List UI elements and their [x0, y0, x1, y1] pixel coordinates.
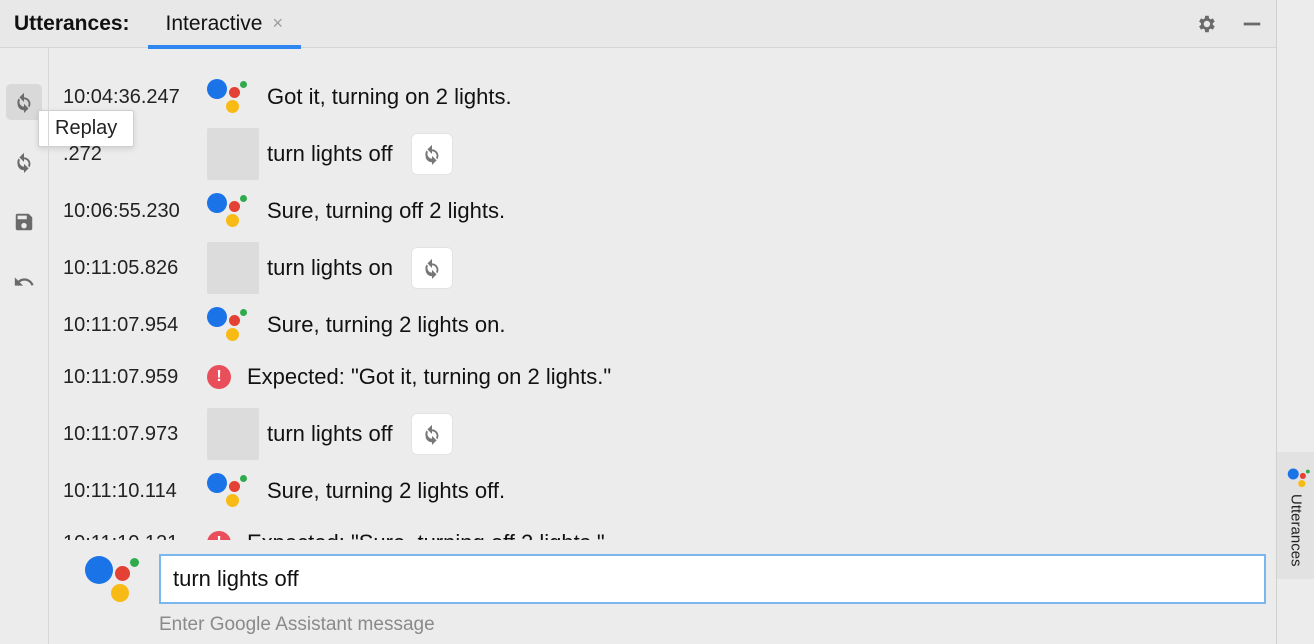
log-row: 10:06:55.230 Sure, turning off 2 lights.	[59, 190, 1276, 232]
log-area: 10:04:36.247 Got it, turning on 2 lights.…	[48, 48, 1276, 644]
assistant-logo-icon	[1288, 467, 1305, 480]
close-icon[interactable]: ×	[272, 13, 283, 34]
input-helper-text: Enter Google Assistant message	[159, 614, 1266, 636]
undo-icon	[13, 271, 35, 293]
tab-label: Interactive	[166, 12, 263, 36]
settings-button[interactable]	[1192, 10, 1220, 38]
assistant-logo-icon	[85, 554, 143, 604]
timestamp: 10:06:55.230	[59, 200, 207, 223]
gear-icon	[1195, 13, 1217, 35]
assistant-logo-icon	[207, 471, 251, 511]
log-row: 10:11:07.973 turn lights off	[59, 408, 1276, 460]
timestamp: 10:11:07.973	[59, 423, 207, 446]
user-message: turn lights off	[267, 141, 393, 167]
panel-title: Utterances:	[0, 12, 148, 36]
refresh-icon	[421, 257, 443, 279]
user-avatar	[207, 242, 259, 294]
timestamp: .272	[59, 143, 207, 166]
assistant-message: Sure, turning off 2 lights.	[267, 198, 505, 224]
replay-utterance-button[interactable]	[411, 133, 453, 175]
tab-strip: Utterances: Interactive ×	[0, 0, 1276, 48]
minimize-button[interactable]	[1238, 10, 1266, 38]
assistant-message: Got it, turning on 2 lights.	[267, 84, 512, 110]
timestamp: 10:11:07.954	[59, 314, 207, 337]
input-zone: Enter Google Assistant message	[49, 540, 1276, 644]
right-dock: Utterances	[1276, 0, 1314, 644]
expected-message: Expected: "Got it, turning on 2 lights."	[247, 364, 611, 390]
assistant-logo-icon	[207, 77, 251, 117]
refresh-icon	[13, 91, 35, 113]
save-icon	[13, 211, 35, 233]
dock-tab-label: Utterances	[1288, 494, 1305, 567]
user-avatar	[207, 408, 259, 460]
refresh-icon	[13, 151, 35, 173]
refresh-icon	[421, 143, 443, 165]
timestamp: 10:11:10.114	[59, 480, 207, 503]
timestamp: 10:04:36.247	[59, 86, 207, 109]
dock-tab-utterances[interactable]: Utterances	[1277, 452, 1314, 579]
undo-button[interactable]	[6, 264, 42, 300]
user-avatar	[207, 128, 259, 180]
log-row: 10:11:10.114 Sure, turning 2 lights off.	[59, 470, 1276, 512]
log-row: 10:04:36.247 Got it, turning on 2 lights.	[59, 76, 1276, 118]
assistant-message: Sure, turning 2 lights off.	[267, 478, 505, 504]
log-row: 10:11:07.954 Sure, turning 2 lights on.	[59, 304, 1276, 346]
replay-utterance-button[interactable]	[411, 413, 453, 455]
utterances-panel: Utterances: Interactive ×	[0, 0, 1276, 644]
assistant-logo-icon	[207, 191, 251, 231]
left-toolbar: Replay	[0, 48, 48, 644]
timestamp: 10:11:07.959	[59, 366, 207, 389]
save-button[interactable]	[6, 204, 42, 240]
user-message: turn lights off	[267, 421, 393, 447]
replay-utterance-button[interactable]	[411, 247, 453, 289]
log-row: 10:11:05.826 turn lights on	[59, 242, 1276, 294]
warning-icon: !	[207, 365, 231, 389]
log-row: .272 turn lights off	[59, 128, 1276, 180]
tab-interactive[interactable]: Interactive ×	[148, 0, 301, 48]
assistant-message: Sure, turning 2 lights on.	[267, 312, 505, 338]
log-row: 10:11:07.959! Expected: "Got it, turning …	[59, 356, 1276, 398]
replay-all-button[interactable]	[6, 84, 42, 120]
replay-button[interactable]	[6, 144, 42, 180]
refresh-icon	[421, 423, 443, 445]
assistant-logo-icon	[207, 305, 251, 345]
minus-icon	[1241, 13, 1263, 35]
message-input[interactable]	[159, 554, 1266, 604]
timestamp: 10:11:05.826	[59, 257, 207, 280]
user-message: turn lights on	[267, 255, 393, 281]
